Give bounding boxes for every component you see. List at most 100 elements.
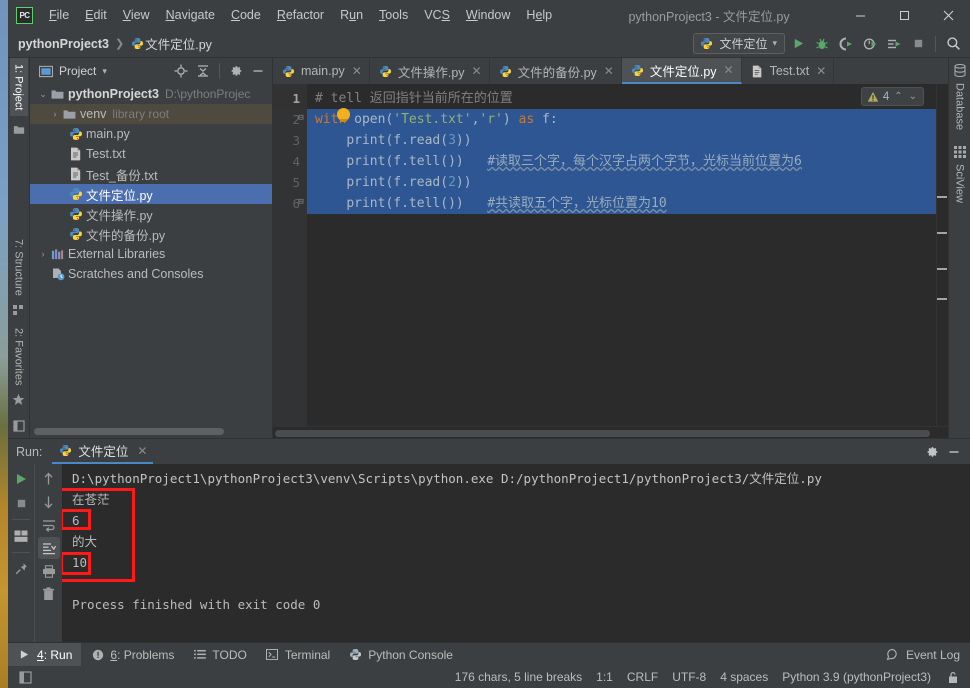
code-line-1[interactable]: # tell 返回指针当前所在的位置	[307, 88, 948, 109]
stop-button[interactable]	[10, 492, 32, 514]
menu-tools[interactable]: Tools	[371, 4, 416, 26]
code-line-4[interactable]: print(f.tell()) #读取三个字，每个汉字占两个字节，光标当前位置为…	[307, 151, 948, 172]
hide-panel-icon[interactable]	[944, 442, 964, 462]
rerun-button[interactable]	[10, 468, 32, 490]
chevron-right-icon[interactable]: ›	[48, 109, 62, 119]
toggle-toolwindows-icon[interactable]	[10, 416, 28, 438]
hide-panel-icon[interactable]	[248, 61, 268, 81]
tree-item-Test-txt[interactable]: Test.txt	[30, 144, 272, 164]
toggle-toolwindows-icon[interactable]	[18, 670, 33, 685]
search-everywhere-icon[interactable]	[942, 33, 964, 55]
sidebar-item-sciview[interactable]: SciView	[951, 158, 969, 209]
tool-window-terminal[interactable]: Terminal	[256, 643, 339, 666]
python-interpreter[interactable]: Python 3.9 (pythonProject3)	[782, 670, 931, 684]
project-tree[interactable]: ⌄ pythonProject3 D:\pythonProjec › venv …	[30, 84, 272, 438]
indent-setting[interactable]: 4 spaces	[720, 670, 768, 684]
tree-item-scratches-and-consoles[interactable]: Scratches and Consoles	[30, 264, 272, 284]
menu-run[interactable]: Run	[332, 4, 371, 26]
run-coverage-icon[interactable]	[835, 33, 857, 55]
fold-marker-line2[interactable]: ⊟	[296, 113, 306, 123]
clear-all-button[interactable]	[38, 583, 60, 605]
code-line-3[interactable]: print(f.read(3))	[307, 130, 948, 151]
chevron-down-icon[interactable]: ⌄	[36, 89, 50, 100]
tab-wenjiandingwei-py[interactable]: 文件定位.py ✕	[621, 58, 742, 84]
collapse-all-icon[interactable]	[193, 61, 213, 81]
menu-view[interactable]: View	[115, 4, 158, 26]
code-line-2[interactable]: with open('Test.txt','r') as f:	[307, 109, 948, 130]
tab-wenjiancaozuo-py[interactable]: 文件操作.py ✕	[370, 58, 490, 84]
run-configuration-selector[interactable]: 文件定位 ▾	[693, 33, 785, 54]
file-encoding[interactable]: UTF-8	[672, 670, 706, 684]
code-line-5[interactable]: print(f.read(2))	[307, 172, 948, 193]
tool-window-run[interactable]: 4: Run	[8, 643, 82, 666]
scroll-to-end-button[interactable]	[37, 537, 60, 559]
caret-position[interactable]: 1:1	[596, 670, 613, 684]
tree-item-wenjiandebeifen-py[interactable]: 文件的备份.py	[30, 224, 272, 244]
chevron-right-icon[interactable]: ›	[36, 249, 50, 259]
chevron-down-icon[interactable]: ⌄	[908, 91, 918, 102]
gear-icon[interactable]	[922, 442, 942, 462]
pin-tab-button[interactable]	[10, 558, 32, 580]
run-icon[interactable]	[787, 33, 809, 55]
menu-refactor[interactable]: Refactor	[269, 4, 332, 26]
tree-item-venv[interactable]: › venv library root	[30, 104, 272, 124]
breadcrumb-file[interactable]: 文件定位.py	[145, 34, 212, 53]
lock-icon[interactable]	[945, 670, 960, 685]
tree-item-wenjiandingwei-py[interactable]: 文件定位.py	[30, 184, 272, 204]
stop-icon[interactable]	[907, 33, 929, 55]
sidebar-item-favorites[interactable]: 2: Favorites	[10, 322, 28, 391]
profile-icon[interactable]	[859, 33, 881, 55]
tree-item-wenjiancaozuo-py[interactable]: 文件操作.py	[30, 204, 272, 224]
menu-help[interactable]: Help	[518, 4, 560, 26]
event-log-group[interactable]: Event Log	[885, 647, 970, 662]
close-icon[interactable]: ✕	[604, 64, 614, 78]
code-editor[interactable]: 1 2 3 4 5 6 ⊟ ⊟ # tell 返回指针当前所在的位置 with …	[273, 84, 948, 426]
breadcrumb-project[interactable]: pythonProject3	[18, 37, 109, 51]
close-icon[interactable]: ✕	[137, 444, 147, 458]
tool-window-python-console[interactable]: Python Console	[339, 643, 462, 666]
close-icon[interactable]: ✕	[352, 64, 362, 78]
tree-item-main-py[interactable]: main.py	[30, 124, 272, 144]
tab-wenjiandebeifen-py[interactable]: 文件的备份.py ✕	[490, 58, 622, 84]
close-button[interactable]	[926, 0, 970, 30]
run-console-output[interactable]: D:\pythonProject1\pythonProject3\venv\Sc…	[62, 464, 970, 642]
editor-horizontal-scrollbar[interactable]	[273, 426, 948, 438]
sidebar-item-project[interactable]: 1: Project	[9, 58, 28, 117]
soft-wrap-button[interactable]	[38, 514, 60, 536]
tree-item-Test-backup-txt[interactable]: Test_备份.txt	[30, 164, 272, 184]
tree-item-external-libraries[interactable]: › External Libraries	[30, 244, 272, 264]
menu-window[interactable]: Window	[458, 4, 518, 26]
project-tree-horizontal-scrollbar[interactable]	[34, 428, 224, 435]
print-button[interactable]	[38, 560, 60, 582]
menu-code[interactable]: Code	[223, 4, 269, 26]
maximize-button[interactable]	[882, 0, 926, 30]
code-line-6[interactable]: print(f.tell()) #共读取五个字，光标位置为10	[307, 193, 948, 214]
run-with-options-icon[interactable]	[883, 33, 905, 55]
tool-window-problems[interactable]: 6: Problems	[81, 643, 183, 666]
line-separator[interactable]: CRLF	[627, 670, 658, 684]
tab-Test-txt[interactable]: Test.txt ✕	[742, 58, 835, 84]
up-arrow-button[interactable]	[38, 468, 60, 490]
close-icon[interactable]: ✕	[816, 64, 826, 78]
close-icon[interactable]: ✕	[724, 63, 734, 77]
tree-item-pythonProject3[interactable]: ⌄ pythonProject3 D:\pythonProjec	[30, 84, 272, 104]
tool-window-todo[interactable]: TODO	[183, 643, 255, 666]
console-toggle-button[interactable]	[10, 525, 32, 547]
tab-main-py[interactable]: main.py ✕	[273, 58, 370, 84]
menu-navigate[interactable]: Navigate	[158, 4, 223, 26]
project-panel-title-group[interactable]: Project ▾	[38, 64, 107, 79]
sidebar-item-database[interactable]: Database	[951, 77, 969, 136]
sidebar-item-structure[interactable]: 7: Structure	[10, 233, 28, 302]
gear-icon[interactable]	[226, 61, 246, 81]
chevron-up-icon[interactable]: ⌃	[893, 91, 903, 102]
intention-bulb-icon[interactable]	[337, 108, 350, 122]
run-tab-wenjiandingwei[interactable]: 文件定位 ✕	[52, 439, 154, 464]
close-icon[interactable]: ✕	[472, 64, 482, 78]
minimize-button[interactable]	[838, 0, 882, 30]
inspection-widget[interactable]: 4 ⌃ ⌄	[860, 87, 924, 106]
editor-marker-strip[interactable]	[936, 84, 948, 426]
fold-marker-line6[interactable]: ⊟	[296, 197, 306, 207]
locate-file-icon[interactable]	[171, 61, 191, 81]
code-text-area[interactable]: # tell 返回指针当前所在的位置 with open('Test.txt',…	[307, 84, 948, 426]
menu-edit[interactable]: Edit	[77, 4, 115, 26]
